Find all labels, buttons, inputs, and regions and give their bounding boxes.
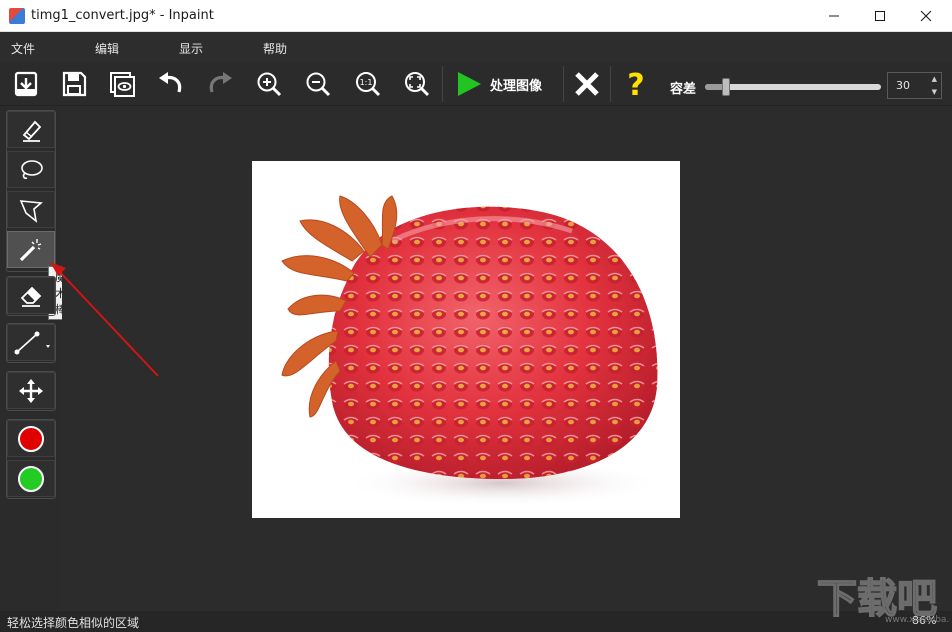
- marker-tool-button[interactable]: [7, 111, 55, 148]
- toolbar-separator: [563, 66, 564, 102]
- menu-file[interactable]: 文件: [11, 40, 35, 57]
- maximize-icon: [875, 10, 885, 21]
- inpaint-window: timg1_convert.jpg* - Inpaint 文件 编辑 显示 帮助: [0, 0, 952, 632]
- zoom-ratio-text: 1:1: [360, 78, 373, 87]
- preview-button[interactable]: [104, 67, 140, 101]
- app-icon: [9, 8, 25, 24]
- zoom-in-button[interactable]: [251, 67, 287, 101]
- question-mark-icon: ?: [627, 69, 644, 99]
- move-icon: [19, 378, 43, 403]
- tolerance-value[interactable]: 30: [896, 79, 910, 92]
- zoom-in-icon: [257, 72, 282, 97]
- undo-icon: [159, 72, 182, 93]
- magic-wand-tool-button[interactable]: [7, 231, 55, 268]
- process-image-button[interactable]: 处理图像: [446, 66, 560, 102]
- redo-button[interactable]: [202, 67, 238, 101]
- title-bar: timg1_convert.jpg* - Inpaint: [0, 0, 952, 32]
- zoom-fit-button[interactable]: [399, 67, 435, 101]
- red-color-swatch: [18, 425, 44, 452]
- watermark-url: www.xiazaiba.com: [885, 615, 950, 624]
- save-button[interactable]: [56, 67, 92, 101]
- eraser-tool-button[interactable]: [7, 277, 55, 314]
- lasso-tool-button[interactable]: [7, 151, 55, 188]
- strawberry-photo: [252, 161, 680, 518]
- spin-down-icon[interactable]: ▼: [932, 88, 937, 96]
- preview-icon: [110, 72, 135, 97]
- menu-bar: 文件 编辑 显示 帮助: [0, 32, 952, 62]
- eraser-icon: [20, 286, 42, 307]
- marker-icon: [22, 120, 42, 142]
- image-canvas[interactable]: [62, 106, 952, 611]
- close-icon: [920, 10, 932, 21]
- line-icon: [14, 331, 50, 354]
- svg-text:?: ?: [627, 69, 644, 99]
- cancel-button[interactable]: [569, 67, 605, 101]
- line-tool-button[interactable]: [7, 324, 55, 361]
- spin-up-icon[interactable]: ▲: [932, 75, 937, 83]
- close-button[interactable]: [903, 0, 949, 31]
- tool-panel: 魔术棒: [0, 106, 73, 611]
- move-tool-button[interactable]: [7, 372, 55, 409]
- strawberry-image: [281, 195, 662, 507]
- maximize-button[interactable]: [857, 0, 903, 31]
- play-icon: [458, 72, 481, 96]
- lasso-icon: [21, 159, 43, 179]
- toolbar-separator: [610, 66, 611, 102]
- tolerance-label: 容差: [670, 82, 697, 97]
- menu-edit[interactable]: 编辑: [95, 40, 119, 57]
- zoom-actual-size-icon: 1:1: [356, 72, 381, 97]
- open-file-button[interactable]: [8, 67, 44, 101]
- mask-color-green-button[interactable]: [7, 460, 55, 497]
- undo-button[interactable]: [153, 67, 189, 101]
- process-image-label: 处理图像: [490, 78, 543, 94]
- status-bar: 轻松选择颜色相似的区域 86%: [0, 611, 952, 632]
- zoom-actual-size-button[interactable]: 1:1: [350, 67, 386, 101]
- green-color-swatch: [18, 465, 44, 492]
- toolbar: 1:1 处理图像 ? 容差 30 ▲ ▼: [0, 62, 952, 106]
- watermark: 下载吧 www.xiazaiba.com: [816, 575, 950, 624]
- zoom-fit-icon: [405, 72, 430, 97]
- minimize-button[interactable]: [811, 0, 857, 31]
- save-icon: [62, 71, 87, 97]
- window-title: timg1_convert.jpg* - Inpaint: [31, 8, 214, 23]
- status-text: 轻松选择颜色相似的区域: [7, 616, 140, 630]
- mask-color-red-button[interactable]: [7, 420, 55, 457]
- tolerance-slider-thumb[interactable]: [722, 78, 731, 96]
- polygon-lasso-tool-button[interactable]: [7, 191, 55, 228]
- polygonal-lasso-icon: [19, 199, 43, 223]
- help-button[interactable]: ?: [618, 67, 654, 101]
- magic-wand-icon: [19, 238, 42, 261]
- menu-view[interactable]: 显示: [179, 40, 203, 57]
- menu-help[interactable]: 帮助: [263, 40, 287, 57]
- open-file-icon: [14, 71, 38, 97]
- toolbar-separator: [442, 66, 443, 102]
- tolerance-slider[interactable]: [705, 78, 881, 96]
- zoom-out-icon: [306, 72, 331, 97]
- close-x-icon: [575, 72, 599, 96]
- minimize-icon: [829, 15, 839, 16]
- zoom-out-button[interactable]: [300, 67, 336, 101]
- redo-icon: [209, 72, 232, 93]
- tolerance-spinbox[interactable]: 30 ▲ ▼: [887, 72, 942, 99]
